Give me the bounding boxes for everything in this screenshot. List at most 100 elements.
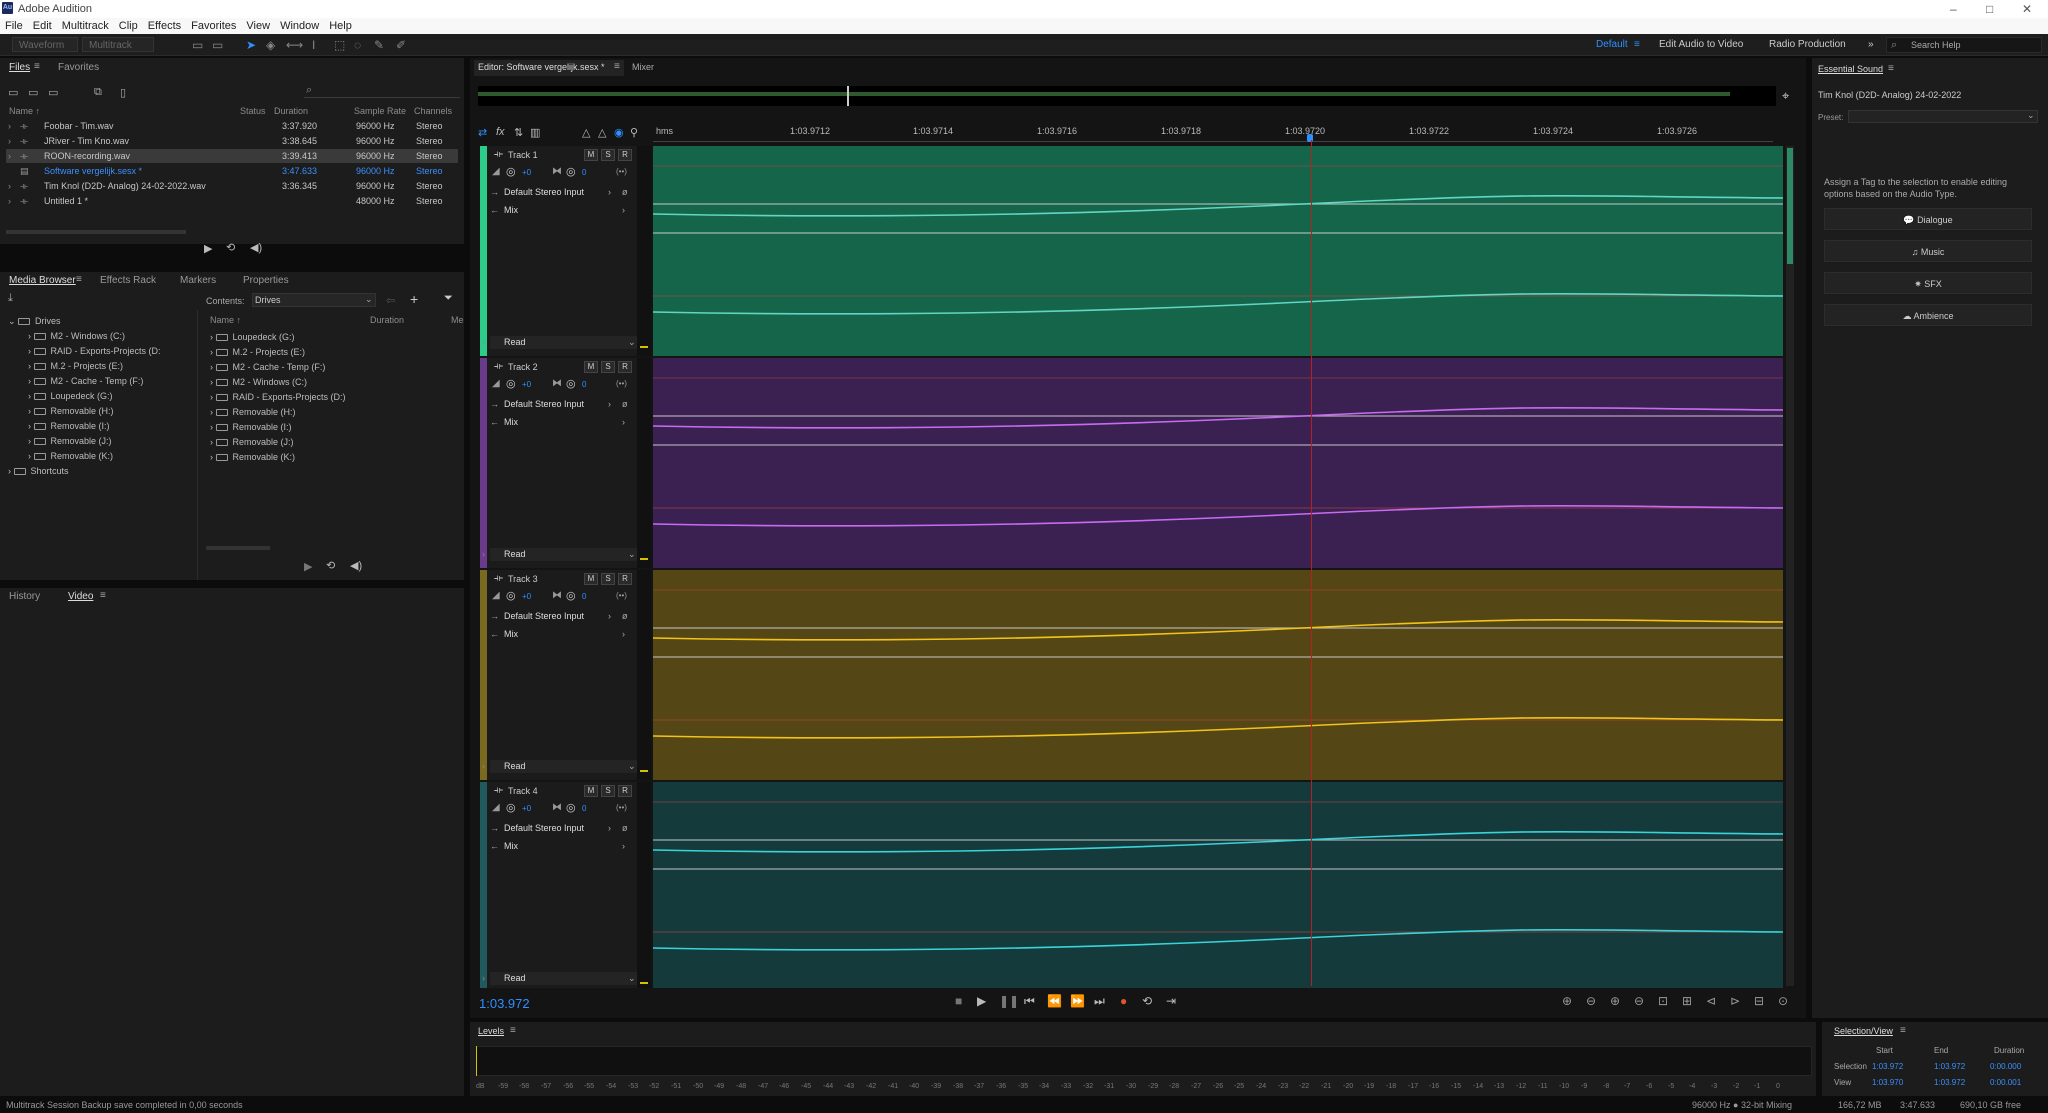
snap-icon[interactable]: ◉ bbox=[614, 126, 624, 139]
maximize-button[interactable]: □ bbox=[1986, 2, 1993, 16]
tree-item[interactable]: › M2 - Cache - Temp (F:) bbox=[28, 374, 143, 388]
tab-mixer[interactable]: Mixer bbox=[632, 62, 654, 72]
skip-selection-icon[interactable]: ⇥ bbox=[1166, 994, 1176, 1008]
media-browser-menu-icon[interactable]: ≡ bbox=[76, 274, 82, 285]
col-duration[interactable]: Duration bbox=[370, 315, 404, 325]
pause-icon[interactable]: ❚❚ bbox=[999, 994, 1019, 1008]
file-row[interactable]: › ⟛ Tim Knol (D2D- Analog) 24-02-2022.wav… bbox=[6, 179, 458, 193]
tree-item[interactable]: ⌄ Drives bbox=[8, 314, 61, 328]
volume-knob[interactable]: ◎ bbox=[506, 377, 516, 390]
menu-file[interactable]: File bbox=[5, 20, 23, 32]
automation-mode-dropdown[interactable]: › Read ⌄ bbox=[482, 336, 640, 349]
tab-files[interactable]: Files bbox=[9, 62, 30, 73]
zoom-reset-icon[interactable]: ⊙ bbox=[1778, 994, 1788, 1008]
view-start[interactable]: 1:03.970 bbox=[1872, 1078, 1903, 1087]
add-shortcut-icon[interactable]: + bbox=[410, 291, 418, 307]
tab-video[interactable]: Video bbox=[68, 591, 93, 602]
essential-sound-menu-icon[interactable]: ≡ bbox=[1888, 63, 1894, 74]
pan-knob[interactable]: ◎ bbox=[566, 801, 576, 814]
delete-file-icon[interactable]: ▯ bbox=[120, 86, 126, 99]
volume-knob[interactable]: ◎ bbox=[506, 589, 516, 602]
output-selector[interactable]: ← Mix › bbox=[490, 628, 640, 641]
grip-icon[interactable]: ⟛ bbox=[494, 361, 503, 372]
editor-menu-icon[interactable]: ≡ bbox=[614, 61, 620, 72]
zoom-full-icon[interactable]: ⊡ bbox=[1658, 994, 1668, 1008]
workspace-default[interactable]: Default bbox=[1596, 39, 1628, 50]
sync-icon[interactable]: ⇄ bbox=[478, 126, 487, 139]
go-to-start-icon[interactable]: ⏮ bbox=[1024, 994, 1035, 1009]
input-selector[interactable]: → Default Stereo Input › ø bbox=[490, 186, 640, 199]
file-row[interactable]: ▤ Software vergelijk.sesx * 3:47.633 960… bbox=[6, 164, 458, 178]
record-arm-button[interactable]: R bbox=[618, 361, 632, 373]
media-import-icon[interactable]: ⤓ bbox=[8, 292, 13, 305]
mute-button[interactable]: M bbox=[584, 149, 598, 161]
grip-icon[interactable]: ⟛ bbox=[494, 149, 503, 160]
pan-value[interactable]: 0 bbox=[582, 380, 586, 389]
brush-tool-icon[interactable]: ✎ bbox=[374, 38, 384, 52]
playhead-handle[interactable] bbox=[1307, 134, 1313, 142]
file-row[interactable]: › ⟛ JRiver - Tim Kno.wav 3:38.645 96000 H… bbox=[6, 134, 458, 148]
slip-tool-icon[interactable]: ⟷ bbox=[286, 38, 303, 52]
list-item[interactable]: › Removable (I:) bbox=[210, 420, 292, 434]
eq-icon[interactable]: ▥ bbox=[530, 126, 540, 139]
rewind-icon[interactable]: ⏪ bbox=[1047, 994, 1062, 1008]
zoom-tracks-icon[interactable]: ⊟ bbox=[1754, 994, 1764, 1008]
close-button[interactable]: ✕ bbox=[2022, 2, 2032, 16]
col-status[interactable]: Status bbox=[240, 106, 266, 116]
essential-sound-title[interactable]: Essential Sound bbox=[1818, 64, 1883, 74]
mute-button[interactable]: M bbox=[584, 573, 598, 585]
menu-multitrack[interactable]: Multitrack bbox=[62, 20, 109, 32]
tree-item[interactable]: › Removable (I:) bbox=[28, 419, 110, 433]
track-header[interactable]: ⟛ Track 1 M S R ◢ ◎ +0 ⧓ ◎ 0 (••) → Defa… bbox=[480, 146, 650, 356]
files-scrollbar[interactable] bbox=[6, 230, 186, 234]
tab-markers[interactable]: Markers bbox=[180, 275, 216, 286]
tree-item[interactable]: › M.2 - Projects (E:) bbox=[28, 359, 123, 373]
workspace-radio-production[interactable]: Radio Production bbox=[1769, 39, 1846, 50]
preset-dropdown[interactable]: ⌄ bbox=[1848, 110, 2038, 123]
workspace-edit-audio-to-video[interactable]: Edit Audio to Video bbox=[1659, 39, 1743, 50]
output-selector[interactable]: ← Mix › bbox=[490, 840, 640, 853]
media-scrollbar[interactable] bbox=[206, 546, 270, 550]
track-name[interactable]: Track 2 bbox=[508, 362, 538, 372]
menu-clip[interactable]: Clip bbox=[119, 20, 138, 32]
contents-dropdown[interactable]: Drives ⌄ bbox=[252, 293, 376, 307]
pan-knob[interactable]: ◎ bbox=[566, 589, 576, 602]
menu-favorites[interactable]: Favorites bbox=[191, 20, 236, 32]
files-menu-icon[interactable]: ≡ bbox=[34, 61, 40, 72]
minimize-button[interactable]: – bbox=[1950, 2, 1957, 16]
selection-start[interactable]: 1:03.972 bbox=[1872, 1062, 1903, 1071]
files-search-input[interactable]: ⌕ bbox=[304, 84, 460, 98]
volume-value[interactable]: +0 bbox=[522, 804, 531, 813]
volume-value[interactable]: +0 bbox=[522, 168, 531, 177]
volume-knob[interactable]: ◎ bbox=[506, 801, 516, 814]
tree-item[interactable]: › Removable (J:) bbox=[28, 434, 112, 448]
zoom-out-time-icon[interactable]: ⊖ bbox=[1634, 994, 1644, 1008]
sfx-button[interactable]: ✷ SFX bbox=[1824, 272, 2032, 294]
video-menu-icon[interactable]: ≡ bbox=[100, 590, 106, 601]
pan-value[interactable]: 0 bbox=[582, 168, 586, 177]
selection-view-title[interactable]: Selection/View bbox=[1834, 1026, 1893, 1036]
solo-button[interactable]: S bbox=[601, 361, 615, 373]
record-icon[interactable]: ● bbox=[1120, 994, 1127, 1008]
input-selector[interactable]: → Default Stereo Input › ø bbox=[490, 822, 640, 835]
levels-title[interactable]: Levels bbox=[478, 1026, 504, 1036]
dialogue-button[interactable]: 💬 Dialogue bbox=[1824, 208, 2032, 230]
menu-edit[interactable]: Edit bbox=[33, 20, 52, 32]
audio-clip[interactable] bbox=[653, 570, 1783, 780]
workspace-menu-icon[interactable]: ≡ bbox=[1634, 39, 1640, 50]
col-sample-rate[interactable]: Sample Rate bbox=[354, 106, 406, 116]
pin-icon[interactable]: ⚲ bbox=[630, 126, 638, 139]
scrollbar-thumb[interactable] bbox=[1787, 148, 1793, 264]
zoom-out-amplitude-icon[interactable]: ⊖ bbox=[1586, 994, 1596, 1008]
overview-bar[interactable] bbox=[478, 86, 1776, 106]
loop-icon[interactable]: ⟲ bbox=[1142, 994, 1152, 1008]
track-header[interactable]: ⟛ Track 2 M S R ◢ ◎ +0 ⧓ ◎ 0 (••) → Defa… bbox=[480, 358, 650, 568]
autoplay-icon[interactable]: ◀) bbox=[250, 241, 262, 254]
col-name[interactable]: Name ↑ bbox=[210, 315, 241, 325]
solo-button[interactable]: S bbox=[601, 785, 615, 797]
list-item[interactable]: › M2 - Windows (C:) bbox=[210, 375, 307, 389]
mute-button[interactable]: M bbox=[584, 361, 598, 373]
output-selector[interactable]: ← Mix › bbox=[490, 204, 640, 217]
col-name[interactable]: Name ↑ bbox=[9, 106, 40, 116]
col-duration[interactable]: Duration bbox=[274, 106, 308, 116]
